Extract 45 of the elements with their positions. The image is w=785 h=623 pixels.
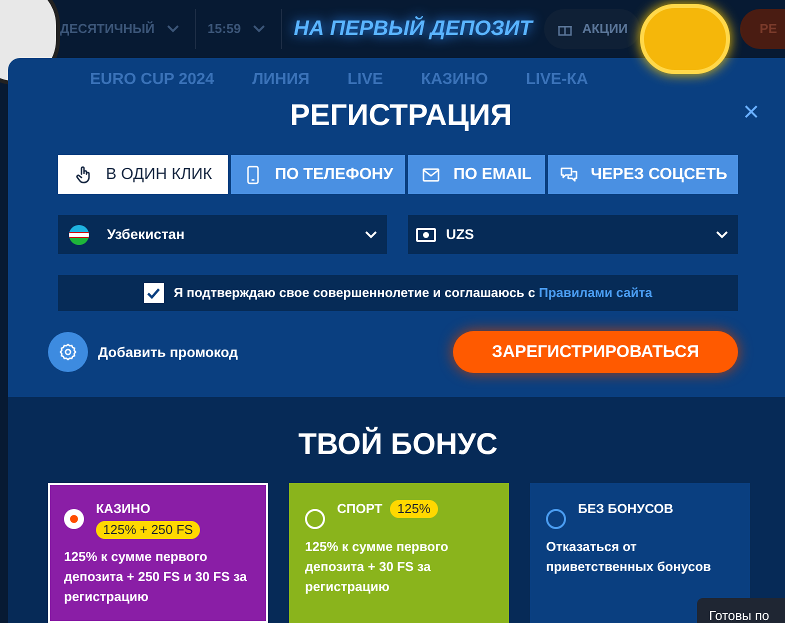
chevron-down-icon — [252, 25, 265, 33]
clock-time: 15:59 — [208, 20, 241, 38]
chevron-down-icon — [365, 230, 377, 238]
country-select[interactable]: Узбекистан — [58, 215, 387, 254]
registration-tab[interactable]: ЧЕРЕЗ СОЦСЕТЬ — [548, 155, 738, 194]
bonus-card[interactable]: СПОРТ 125% 125% к сумме первого депозита + 30 FS за регистрацию — [289, 483, 509, 623]
chevron-down-icon — [716, 230, 728, 238]
settings-icon[interactable] — [48, 332, 88, 372]
site-rules-link[interactable]: Правилами сайта — [538, 285, 652, 300]
register-submit-button[interactable]: ЗАРЕГИСТРИРОВАТЬСЯ — [453, 331, 738, 373]
registration-tab[interactable]: ПО ТЕЛЕФОНУ — [231, 155, 405, 194]
registration-tab[interactable]: ПО EMAIL — [408, 155, 545, 194]
odds-format-label[interactable]: ДЕСЯТИЧНЫЙ — [60, 19, 155, 39]
promotions-button[interactable]: АКЦИИ — [544, 9, 640, 49]
bonus-card[interactable]: КАЗИНО 125% + 250 FS 125% к сумме первого депозита + 250 FS и 30 FS за регистрацию — [48, 483, 268, 623]
nav-item[interactable]: LIVE-КА — [526, 64, 588, 96]
banknote-icon — [416, 228, 436, 242]
add-promo-code-link[interactable]: Добавить промокод — [98, 342, 238, 362]
chevron-down-icon — [166, 25, 179, 33]
radio-button[interactable] — [546, 509, 566, 529]
modal-title: РЕГИСТРАЦИЯ — [290, 98, 512, 134]
checkbox[interactable] — [144, 283, 164, 303]
bonus-percent-badge: 125% — [390, 500, 438, 518]
uzbekistan-flag-icon — [69, 224, 89, 244]
currency-select[interactable]: UZS — [408, 215, 738, 254]
bonus-title: БЕЗ БОНУСОВ — [578, 500, 674, 518]
chat-bubbles-icon — [558, 164, 579, 184]
bonus-description: 125% к сумме первого депозита + 250 FS и 30 FS за регистрацию — [64, 548, 248, 606]
close-button[interactable]: × — [743, 98, 760, 126]
registration-tab[interactable]: В ОДИН КЛИК — [58, 155, 228, 194]
bonus-title: КАЗИНО — [96, 500, 150, 518]
bonus-description: Отказаться от приветственных бонусов — [546, 538, 712, 576]
bonus-section-title: ТВОЙ БОНУС — [297, 427, 499, 463]
bonus-title: СПОРТ — [337, 500, 382, 518]
promo-banner-text[interactable]: НА ПЕРВЫЙ ДЕПОЗИТ — [294, 13, 532, 45]
nav-item[interactable]: LIVE — [347, 64, 384, 96]
radio-button[interactable] — [64, 509, 84, 529]
nav-item[interactable]: КАЗИНО — [421, 64, 488, 96]
nav-item[interactable]: EURO CUP 2024 — [90, 64, 214, 96]
agreement-text: Я подтверждаю свое совершеннолетие и соглашаюсь с Правилами сайта — [174, 284, 652, 302]
checkmark-icon — [147, 288, 160, 298]
bonus-description: 125% к сумме первого депозита + 30 FS за регистрацию — [305, 538, 450, 596]
bonus-percent-badge: 125% + 250 FS — [96, 521, 200, 539]
chat-tooltip: Готовы по — [697, 598, 785, 623]
nav-item[interactable]: ЛИНИЯ — [252, 64, 310, 96]
